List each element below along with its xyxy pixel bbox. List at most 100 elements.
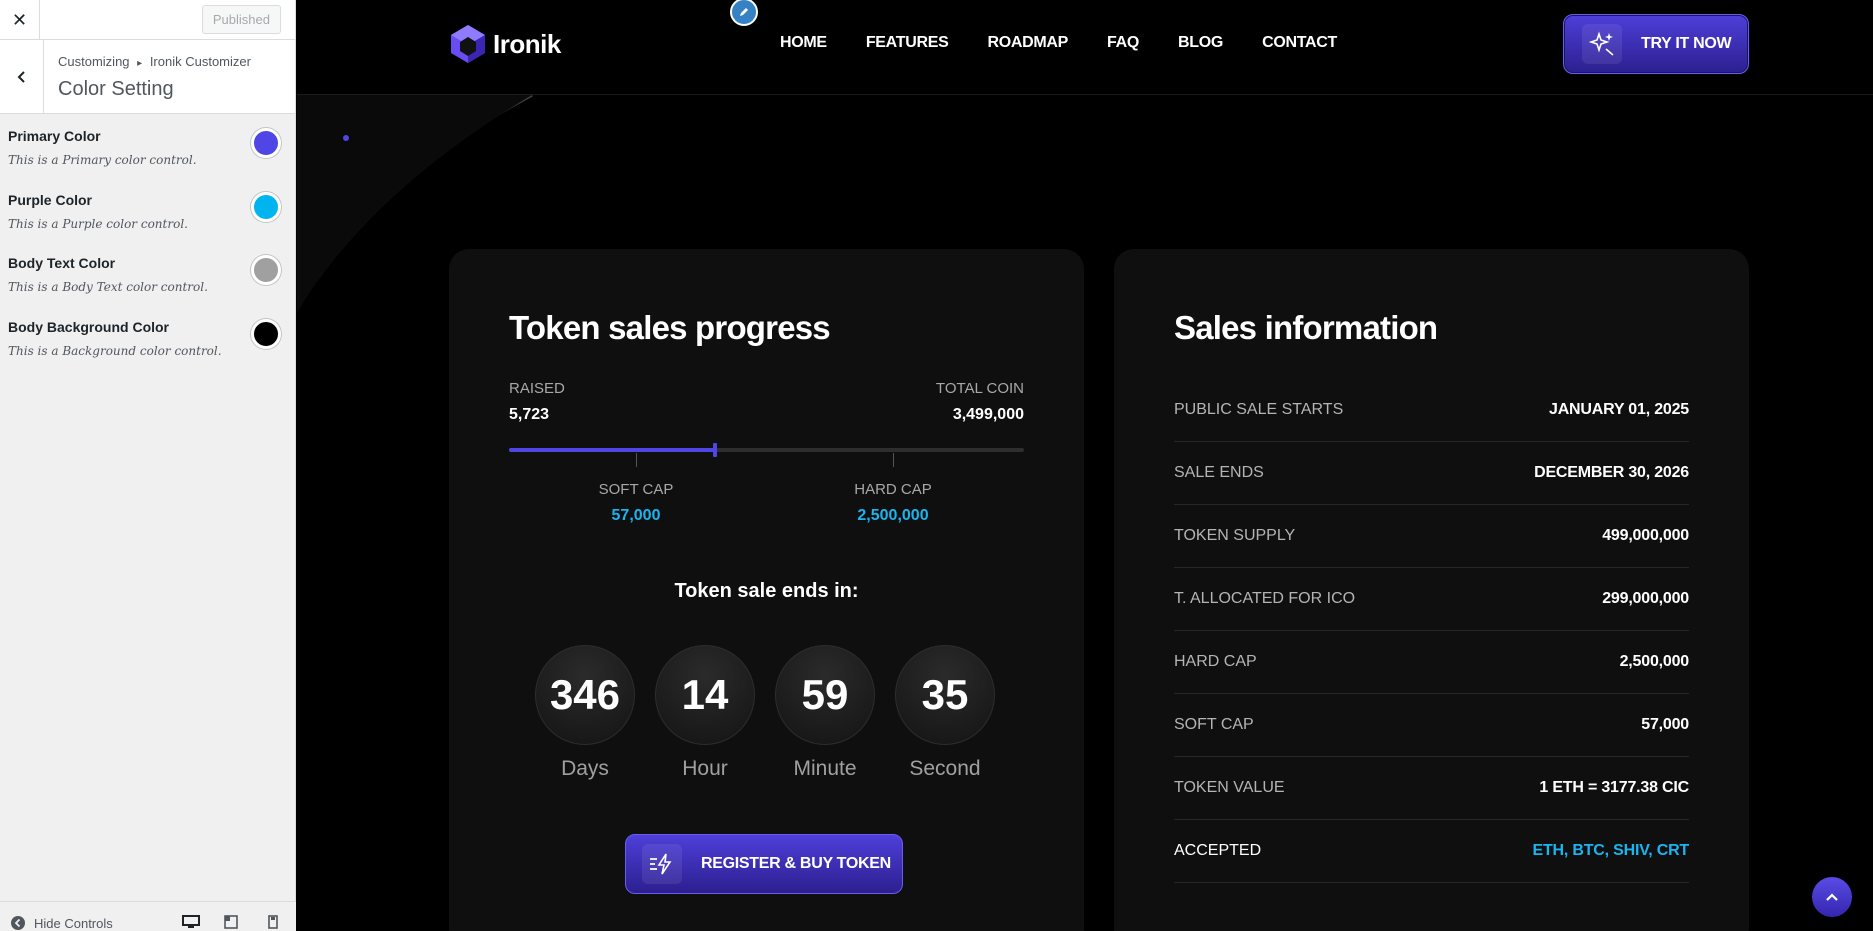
sale-row-key: TOKEN VALUE [1174, 779, 1285, 796]
countdown-hours: 14 Hour [655, 645, 755, 781]
control-label: Purple Color [8, 192, 93, 208]
site-header: Ironik HOME FEATURES ROADMAP FAQ BLOG CO… [297, 0, 1873, 95]
sale-row-value: JANUARY 01, 2025 [1549, 401, 1689, 418]
register-buy-token-label: REGISTER & BUY TOKEN [701, 855, 891, 872]
body-text-color-swatch[interactable] [251, 255, 281, 285]
sale-row: PUBLIC SALE STARTS JANUARY 01, 2025 [1174, 379, 1689, 442]
chevron-up-icon [1826, 893, 1838, 901]
body-text-color-control: Body Text Color This is a Body Text colo… [8, 255, 283, 315]
site-logo[interactable]: Ironik [449, 24, 561, 64]
control-description: This is a Primary color control. [8, 153, 197, 167]
back-button[interactable] [0, 40, 44, 113]
body-background-color-swatch[interactable] [251, 319, 281, 349]
sale-row-key: T. ALLOCATED FOR ICO [1174, 590, 1356, 607]
logo-cube-icon [451, 25, 485, 63]
nav-home[interactable]: HOME [780, 34, 827, 52]
try-it-now-button[interactable]: TRY IT NOW [1563, 14, 1749, 74]
nav-features[interactable]: FEATURES [866, 34, 949, 52]
sale-row: SOFT CAP 57,000 [1174, 694, 1689, 757]
countdown-unit: Second [909, 757, 981, 780]
breadcrumb-separator: ▸ [137, 58, 143, 69]
sale-row: T. ALLOCATED FOR ICO 299,000,000 [1174, 568, 1689, 631]
progress-track [509, 443, 1024, 457]
progress-knob [713, 443, 717, 457]
sale-row: TOKEN VALUE 1 ETH = 3177.38 CIC [1174, 757, 1689, 820]
sale-row-key: TOKEN SUPPLY [1174, 527, 1296, 544]
hard-cap-tick [893, 453, 894, 467]
sale-row: ACCEPTED ETH, BTC, SHIV, CRT [1174, 820, 1689, 883]
countdown-days: 346 Days [535, 645, 635, 781]
register-buy-token-button[interactable]: REGISTER & BUY TOKEN [625, 834, 903, 894]
customizer-footer: Hide Controls [0, 901, 296, 931]
sale-row-value: DECEMBER 30, 2026 [1534, 464, 1689, 481]
hide-controls-label: Hide Controls [34, 915, 113, 931]
lightning-icon [642, 844, 682, 884]
sale-row-value: ETH, BTC, SHIV, CRT [1532, 842, 1689, 859]
logo-text: Ironik [493, 28, 561, 59]
countdown-unit: Minute [793, 757, 857, 780]
control-description: This is a Purple color control. [8, 217, 188, 231]
sale-row-key: SOFT CAP [1174, 716, 1254, 733]
desktop-preview-icon[interactable] [182, 915, 200, 929]
primary-color-swatch[interactable] [251, 128, 281, 158]
nav-blog[interactable]: BLOG [1178, 34, 1223, 52]
raised-label: RAISED [509, 380, 565, 397]
control-description: This is a Background color control. [8, 344, 222, 358]
collapse-icon [11, 916, 25, 930]
sale-row: SALE ENDS DECEMBER 30, 2026 [1174, 442, 1689, 505]
nav-roadmap[interactable]: ROADMAP [987, 34, 1068, 52]
close-customizer-button[interactable]: ✕ [0, 0, 40, 40]
edit-shortcut-button[interactable] [730, 0, 758, 26]
soft-cap-tick [636, 453, 637, 467]
customizer-sidebar: ✕ Published Customizing ▸ Ironik Customi… [0, 0, 296, 931]
raised-value: 5,723 [509, 406, 550, 423]
sale-row: HARD CAP 2,500,000 [1174, 631, 1689, 694]
total-coin-label: TOTAL COIN [935, 380, 1024, 397]
mobile-preview-icon[interactable] [268, 915, 278, 929]
hard-cap-label: HARD CAP [854, 481, 932, 498]
sale-row-key: PUBLIC SALE STARTS [1174, 401, 1344, 418]
sale-row-key: ACCEPTED [1174, 842, 1262, 859]
countdown-unit: Days [561, 757, 609, 780]
breadcrumb: Customizing ▸ Ironik Customizer [58, 54, 251, 69]
breadcrumb-root: Customizing [58, 54, 130, 69]
sale-ends-label: Token sale ends in: [674, 580, 859, 602]
token-progress-card: Token sales progress RAISED 5,723 TOTAL … [449, 249, 1084, 931]
pencil-icon [740, 8, 748, 16]
sale-row-key: HARD CAP [1174, 653, 1257, 670]
control-label: Body Text Color [8, 255, 116, 271]
countdown-value: 35 [895, 645, 995, 745]
tablet-preview-icon[interactable] [224, 915, 238, 929]
site-preview: Ironik HOME FEATURES ROADMAP FAQ BLOG CO… [297, 0, 1873, 931]
scroll-to-top-button[interactable] [1812, 877, 1852, 917]
control-label: Body Background Color [8, 319, 170, 335]
progress-title: Token sales progress [509, 309, 831, 346]
soft-cap-label: SOFT CAP [598, 481, 674, 498]
nav-faq[interactable]: FAQ [1107, 34, 1139, 52]
sales-info-title: Sales information [1174, 309, 1438, 346]
sale-row-value: 57,000 [1641, 716, 1689, 733]
control-description: This is a Body Text color control. [8, 280, 208, 294]
countdown-value: 14 [655, 645, 755, 745]
sale-row-value: 2,500,000 [1619, 653, 1690, 670]
nav-contact[interactable]: CONTACT [1262, 34, 1337, 52]
sale-row: TOKEN SUPPLY 499,000,000 [1174, 505, 1689, 568]
countdown-minutes: 59 Minute [775, 645, 875, 781]
published-button[interactable]: Published [201, 5, 281, 34]
sale-row-value: 299,000,000 [1602, 590, 1689, 607]
countdown-value: 346 [535, 645, 635, 745]
soft-cap-value: 57,000 [611, 507, 661, 524]
main-nav: HOME FEATURES ROADMAP FAQ BLOG CONTACT [780, 34, 1376, 52]
customizer-header: ✕ Published [0, 0, 295, 40]
countdown-unit: Hour [682, 757, 728, 780]
total-coin-value: 3,499,000 [952, 406, 1024, 423]
hide-controls-button[interactable]: Hide Controls [10, 915, 113, 931]
section-title: Color Setting [58, 78, 174, 100]
breadcrumb-parent: Ironik Customizer [149, 54, 251, 69]
sparkle-icon [1582, 24, 1622, 64]
purple-color-swatch[interactable] [251, 192, 281, 222]
primary-color-control: Primary Color This is a Primary color co… [8, 128, 283, 188]
countdown-seconds: 35 Second [895, 645, 995, 781]
close-icon: ✕ [11, 9, 28, 30]
progress-fill [509, 448, 715, 452]
